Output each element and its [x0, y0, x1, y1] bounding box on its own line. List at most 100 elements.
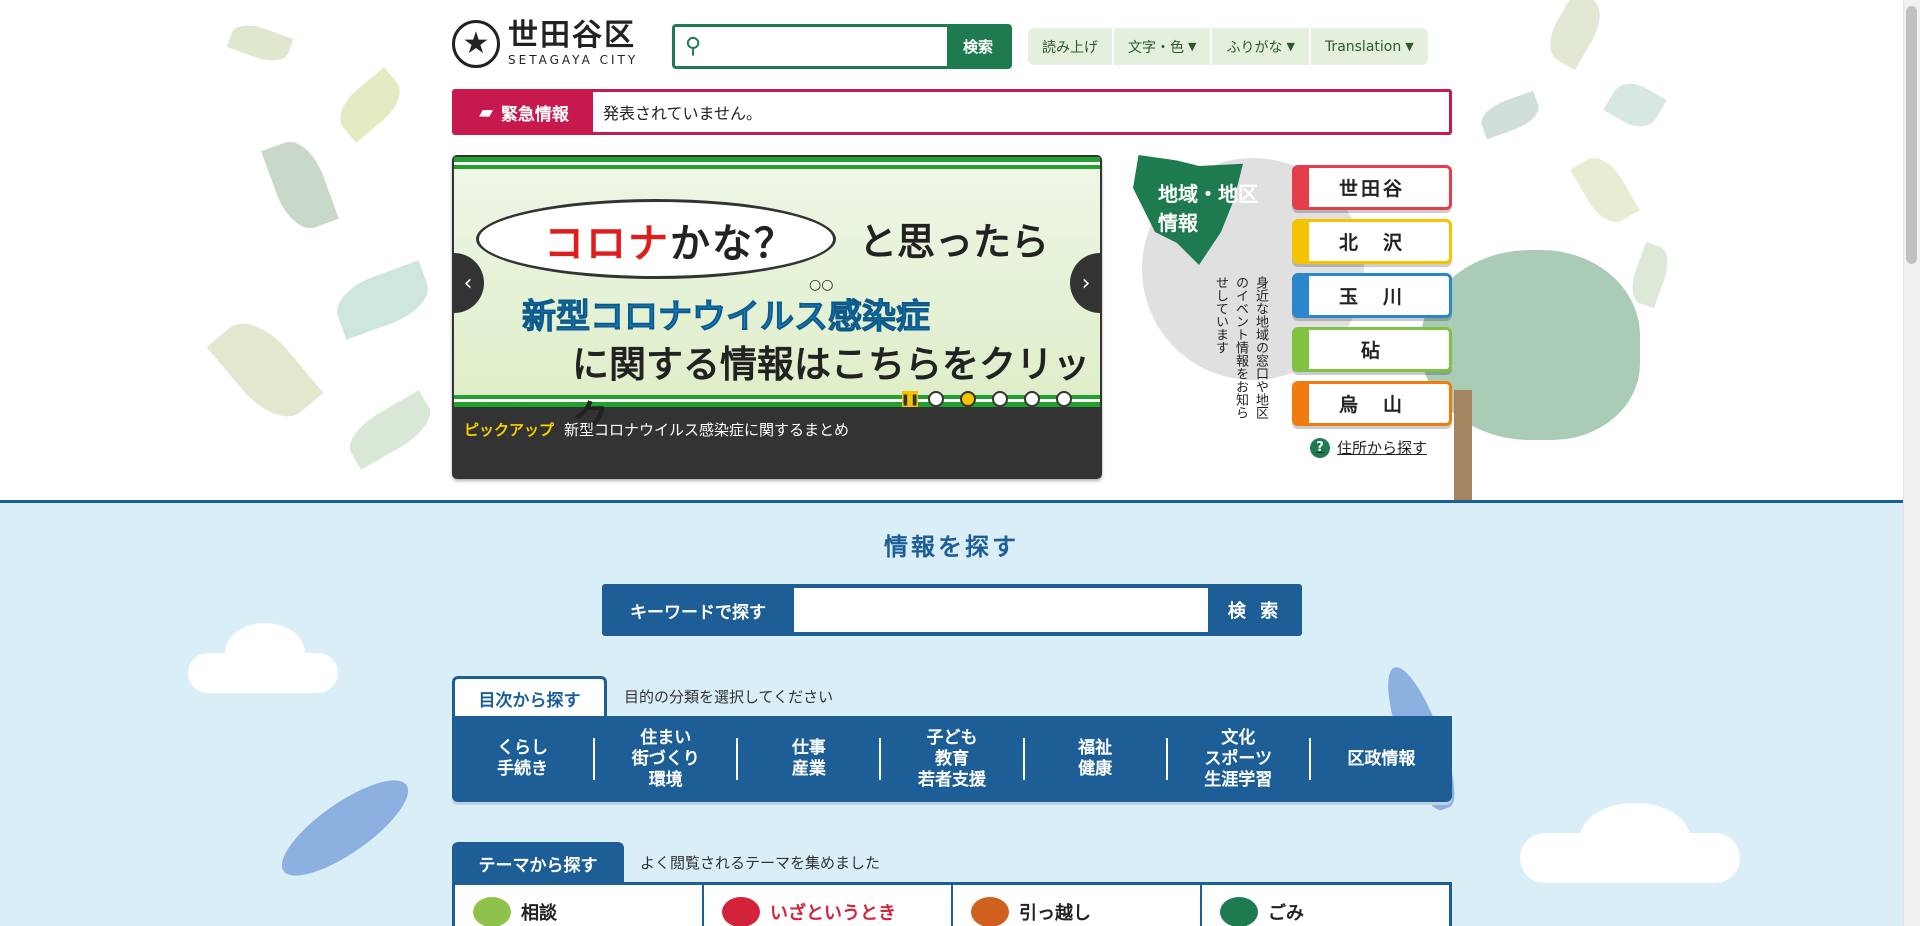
tool-label: 読み上げ [1042, 39, 1098, 56]
address-link-text: 住所から探す [1337, 439, 1428, 457]
carousel-dot[interactable] [928, 391, 944, 407]
toc-note: 目的の分類を選択してください [624, 688, 834, 706]
keyword-search-button[interactable]: 検 索 [1208, 584, 1302, 636]
leaf-decoration [1603, 75, 1667, 135]
keyword-label: キーワードで探す [630, 602, 766, 623]
tool-label: Translation [1324, 38, 1402, 55]
banner-headline-text: かな？ [670, 221, 796, 267]
theme-label: ごみ [1268, 903, 1304, 924]
category-item[interactable]: くらし 手続き [452, 738, 596, 780]
leaf-decoration [1476, 90, 1544, 140]
emergency-label-text: 緊急情報 [500, 104, 569, 125]
tab-toc[interactable]: 目次から探す [452, 676, 607, 718]
tool-furigana[interactable]: ふりがな ▼ [1212, 28, 1311, 65]
chevron-left-icon: ‹ [463, 270, 473, 296]
logo-japanese: 世田谷区 [508, 18, 636, 53]
theme-item[interactable]: 引っ越し [953, 885, 1202, 926]
cloud-decoration [1580, 803, 1690, 873]
leaf-decoration [206, 308, 324, 432]
search-input[interactable] [711, 27, 947, 66]
theme-list: 相談 いざというとき 引っ越し ごみ [452, 882, 1452, 926]
banner-headline: コロナかな？ [544, 211, 796, 269]
region-buttons: 世田谷 北 沢 玉 川 砧 烏 山 [1292, 165, 1452, 435]
pickup-text: 新型コロナウイルス感染症に関するまとめ [564, 421, 850, 439]
tree-illustration [1420, 250, 1640, 440]
category-item[interactable]: 福祉 健康 [1025, 738, 1168, 780]
region-button-karasuyama[interactable]: 烏 山 [1292, 381, 1452, 426]
leaf-decoration [330, 67, 410, 143]
category-item[interactable]: 子ども 教育 若者支援 [881, 728, 1025, 790]
region-title-line2: 情報 [1158, 211, 1198, 235]
carousel-dot-active[interactable] [960, 391, 976, 407]
leaf-decoration [329, 260, 436, 340]
banner-red-text: コロナ [544, 221, 670, 267]
category-item[interactable]: 住まい 街づくり 環境 [595, 728, 739, 790]
carousel-dot[interactable] [1056, 391, 1072, 407]
category-item[interactable]: 仕事 産業 [738, 738, 882, 780]
category-nav: くらし 手続き 住まい 街づくり 環境 仕事 産業 子ども 教育 若者支援 福祉 健康文… [452, 716, 1452, 802]
carousel-banner[interactable]: コロナかな？ ○○ と思ったら 新型コロナウイルス感染症 に関する情報はこちらを… [454, 157, 1100, 440]
region-button-tamagawa[interactable]: 玉 川 [1292, 273, 1452, 318]
chevron-down-icon: ▼ [1286, 40, 1295, 53]
site-logo[interactable]: ★ 世田谷区 SETAGAYA CITY [452, 20, 638, 68]
theme-item[interactable]: ごみ [1202, 885, 1449, 926]
pause-icon[interactable]: ❚❚ [901, 391, 919, 407]
tree-trunk [1454, 390, 1472, 500]
scrollbar[interactable] [1903, 0, 1920, 926]
theme-label: いざというとき [770, 903, 896, 924]
tool-label: ふりがな [1226, 39, 1283, 56]
theme-label: 引っ越し [1019, 903, 1091, 924]
theme-icon [971, 897, 1009, 926]
carousel-dot[interactable] [992, 391, 1008, 407]
leaf-decoration [1540, 0, 1610, 71]
emergency-info-bar: ▰ 緊急情報 発表されていません。 [452, 89, 1452, 135]
tab-themes[interactable]: テーマから探す [452, 842, 624, 884]
question-icon: ? [1310, 437, 1330, 458]
banner-subtitle: 新型コロナウイルス感染症 [522, 297, 931, 338]
keyword-input[interactable] [794, 588, 1208, 632]
leaf-decoration [341, 390, 439, 470]
alarm-light-icon: ▰ [479, 101, 493, 123]
search-button[interactable]: 検索 [947, 27, 1009, 66]
chevron-right-icon: › [1081, 270, 1091, 296]
region-button-setagaya[interactable]: 世田谷 [1292, 165, 1452, 210]
pickup-carousel: コロナかな？ ○○ と思ったら 新型コロナウイルス感染症 に関する情報はこちらを… [452, 155, 1102, 479]
category-item[interactable]: 文化 スポーツ 生涯学習 [1168, 728, 1311, 790]
scrollbar-thumb[interactable] [1906, 6, 1917, 264]
theme-icon [1220, 897, 1258, 926]
region-button-kitazawa[interactable]: 北 沢 [1292, 219, 1452, 264]
tool-read-aloud[interactable]: 読み上げ [1028, 28, 1114, 65]
region-title-line1: 地域・地区 [1158, 182, 1258, 206]
keyword-search: キーワードで探す 検 索 [602, 584, 1302, 636]
city-emblem-icon: ★ [452, 20, 500, 68]
leaf-decoration [1625, 241, 1675, 309]
carousel-dot[interactable] [1024, 391, 1040, 407]
logo-english: SETAGAYA CITY [508, 53, 639, 67]
themes-note: よく閲覧されるテーマを集めました [640, 854, 881, 872]
region-button-kinuta[interactable]: 砧 [1292, 327, 1452, 372]
tool-text-color[interactable]: 文字・色 ▼ [1114, 28, 1213, 65]
pickup-label: ピックアップ [464, 421, 555, 439]
tool-label: 文字・色 [1128, 39, 1184, 56]
theme-label: 相談 [521, 903, 557, 924]
region-title: 地域・地区 情報 [1158, 180, 1258, 238]
theme-icon [722, 897, 760, 926]
leaf-decoration [261, 134, 339, 236]
accessibility-tools: 読み上げ 文字・色 ▼ ふりがな ▼ Translation ▼ [1028, 28, 1428, 65]
category-item[interactable]: 区政情報 [1311, 738, 1452, 780]
pickup-caption[interactable]: ピックアップ 新型コロナウイルス感染症に関するまとめ [464, 419, 849, 440]
carousel-dots: ❚❚ [901, 391, 1088, 407]
banner-headline-2: と思ったら [859, 220, 1050, 264]
theme-icon [473, 897, 511, 926]
region-description: 身近な地域の窓口や地区のイベント情報をお知らせしています [1213, 276, 1268, 419]
cloud-decoration [225, 623, 305, 683]
theme-item[interactable]: 相談 [455, 885, 704, 926]
site-search: ⚲ 検索 [672, 24, 1012, 69]
section-title: 情報を探す [884, 533, 1019, 561]
chevron-down-icon: ▼ [1188, 40, 1197, 53]
address-search-link[interactable]: ? 住所から探す [1310, 437, 1427, 458]
chevron-down-icon: ▼ [1405, 40, 1414, 53]
theme-item[interactable]: いざというとき [704, 885, 953, 926]
leaf-decoration [226, 18, 294, 68]
tool-translation[interactable]: Translation ▼ [1311, 28, 1428, 65]
